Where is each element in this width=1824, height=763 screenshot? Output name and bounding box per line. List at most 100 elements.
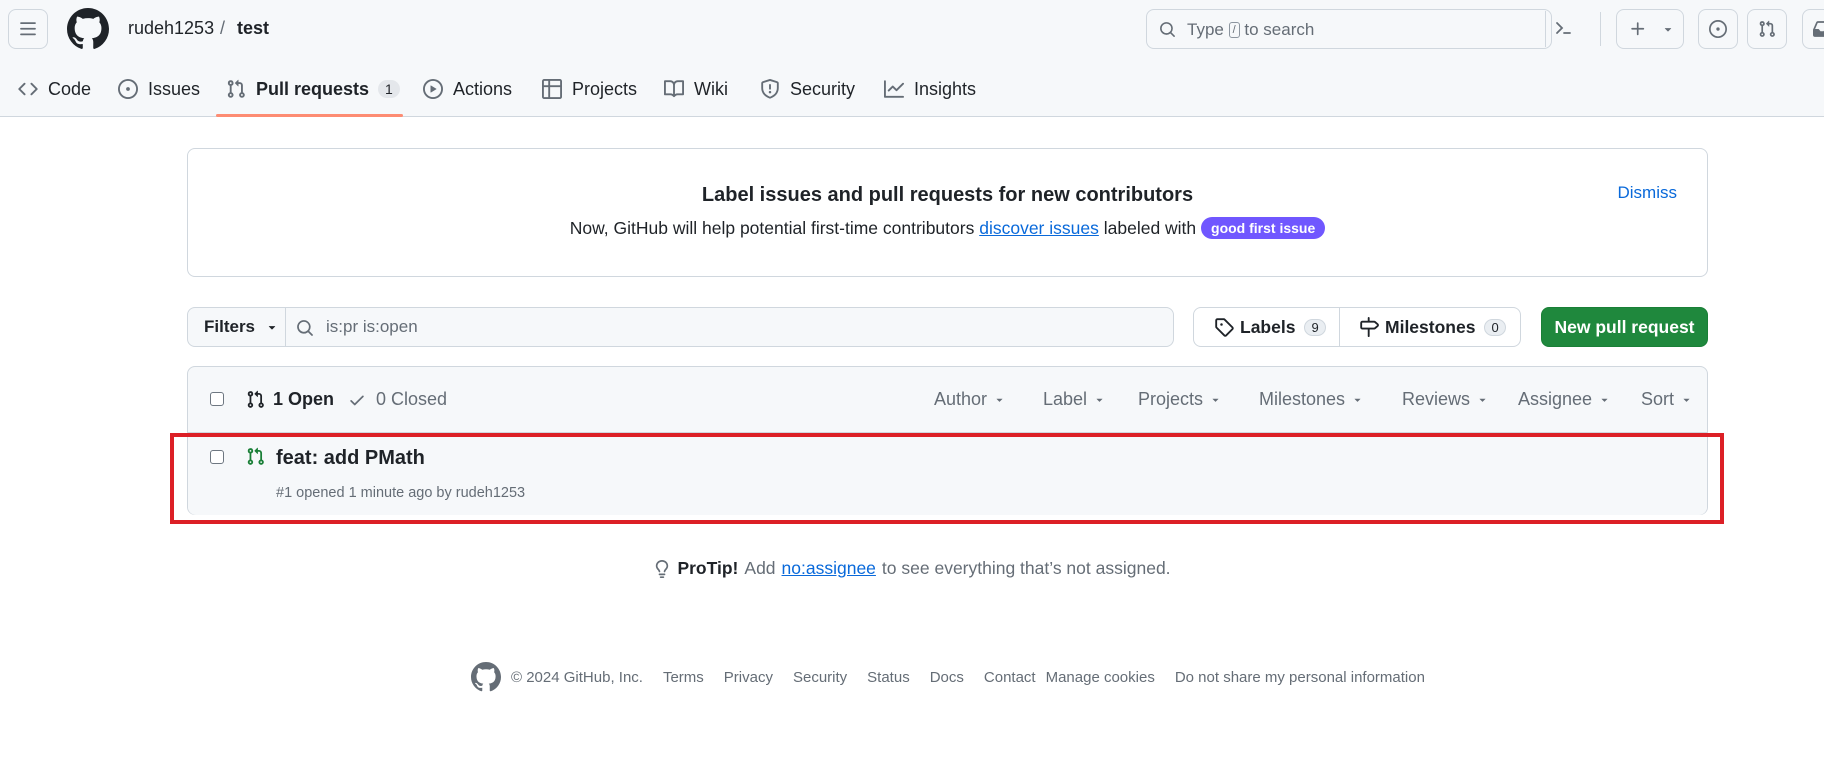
closed-filter-link[interactable]: 0 Closed	[348, 389, 447, 410]
labels-count: 9	[1304, 318, 1326, 336]
footer-link-docs[interactable]: Docs	[930, 669, 964, 686]
tab-projects[interactable]: Projects	[542, 74, 637, 104]
author-filter[interactable]: Author	[934, 389, 1006, 410]
repo-owner-link[interactable]: rudeh1253	[128, 18, 214, 39]
filter-bar: Filters	[187, 307, 1174, 347]
footer-link-contact[interactable]: Contact	[984, 669, 1036, 686]
github-footer-logo[interactable]	[471, 662, 501, 692]
discover-issues-link[interactable]: discover issues	[979, 218, 1099, 238]
labels-button[interactable]: Labels 9	[1214, 308, 1326, 346]
no-assignee-link[interactable]: no:assignee	[782, 558, 876, 579]
issue-icon	[1709, 20, 1727, 38]
shield-icon	[760, 79, 790, 99]
graph-icon	[884, 79, 914, 99]
check-icon	[348, 391, 376, 409]
reviews-filter[interactable]: Reviews	[1402, 389, 1489, 410]
triangle-down-icon	[1470, 393, 1489, 406]
assignee-filter[interactable]: Assignee	[1518, 389, 1611, 410]
search-shortcut-key: /	[1228, 22, 1240, 38]
dismiss-button[interactable]: Dismiss	[1618, 183, 1678, 203]
milestones-count: 0	[1484, 318, 1506, 336]
milestone-icon	[1359, 317, 1385, 337]
issue-opened-icon	[118, 79, 148, 99]
command-palette-icon[interactable]	[1545, 16, 1575, 40]
select-all-checkbox[interactable]	[210, 392, 224, 406]
repo-header: rudeh1253 / test Type / to search Code I…	[0, 0, 1824, 117]
tab-label: Pull requests	[256, 78, 370, 99]
highlight-box	[170, 433, 1724, 524]
milestones-button[interactable]: Milestones 0	[1359, 308, 1506, 346]
milestones-filter[interactable]: Milestones	[1259, 389, 1364, 410]
menu-button[interactable]	[8, 9, 48, 49]
triangle-down-icon	[265, 320, 279, 334]
tab-pull-requests[interactable]: Pull requests 1	[226, 74, 400, 104]
filter-input-wrapper	[286, 308, 1173, 346]
your-issues-button[interactable]	[1698, 9, 1738, 49]
footer-copyright: © 2024 GitHub, Inc.	[511, 668, 643, 686]
banner-text: Now, GitHub will help potential first-ti…	[188, 217, 1707, 239]
protip-label: ProTip!	[677, 558, 739, 578]
search-icon	[1159, 21, 1176, 38]
hamburger-icon	[19, 20, 37, 38]
triangle-down-icon	[1674, 393, 1693, 406]
tab-label: Issues	[148, 78, 201, 99]
code-icon	[18, 79, 48, 99]
sort-filter[interactable]: Sort	[1641, 389, 1693, 410]
banner-title: Label issues and pull requests for new c…	[701, 184, 1194, 206]
footer-link-security[interactable]: Security	[793, 669, 847, 686]
tab-insights[interactable]: Insights	[884, 74, 976, 104]
inbox-icon	[1813, 20, 1824, 38]
tab-label: Insights	[914, 78, 977, 99]
create-new-button[interactable]	[1616, 9, 1684, 49]
divider	[1600, 12, 1601, 46]
tab-wiki[interactable]: Wiki	[664, 74, 728, 104]
pull-request-icon	[1758, 20, 1776, 38]
plus-icon	[1629, 20, 1647, 38]
footer: © 2024 GitHub, Inc. Terms Privacy Securi…	[471, 662, 1445, 692]
repo-name-link[interactable]: test	[237, 18, 269, 39]
search-placeholder: Type / to search	[1187, 20, 1315, 39]
tab-actions[interactable]: Actions	[423, 74, 512, 104]
triangle-down-icon	[1203, 393, 1222, 406]
book-icon	[664, 79, 694, 99]
footer-link-manage-cookies[interactable]: Manage cookies	[1046, 669, 1155, 686]
new-pull-request-button[interactable]: New pull request	[1541, 307, 1708, 347]
label-filter[interactable]: Label	[1043, 389, 1106, 410]
protip: ProTip! Add no:assignee to see everythin…	[0, 558, 1824, 579]
projects-filter[interactable]: Projects	[1138, 389, 1222, 410]
tab-security[interactable]: Security	[760, 74, 855, 104]
triangle-down-icon	[987, 393, 1006, 406]
triangle-down-icon	[1345, 393, 1364, 406]
global-search[interactable]: Type / to search	[1146, 9, 1552, 49]
new-contributors-banner: Label issues and pull requests for new c…	[187, 148, 1708, 277]
footer-link-do-not-share[interactable]: Do not share my personal information	[1175, 669, 1425, 686]
tab-label: Actions	[453, 78, 513, 99]
selected-tab-indicator	[216, 114, 403, 117]
footer-link-terms[interactable]: Terms	[663, 669, 704, 686]
footer-link-status[interactable]: Status	[867, 669, 910, 686]
tab-code[interactable]: Code	[18, 74, 91, 104]
open-filter-link[interactable]: 1 Open	[246, 389, 334, 410]
tab-label: Security	[790, 78, 856, 99]
footer-link-privacy[interactable]: Privacy	[724, 669, 773, 686]
play-icon	[423, 79, 453, 99]
good-first-issue-label[interactable]: good first issue	[1201, 217, 1326, 239]
triangle-down-icon	[1661, 22, 1675, 36]
filters-button[interactable]: Filters	[188, 308, 286, 346]
pull-request-count: 1	[378, 80, 400, 98]
your-pull-requests-button[interactable]	[1747, 9, 1787, 49]
divider	[1339, 308, 1340, 346]
light-bulb-icon	[653, 559, 677, 578]
inbox-button[interactable]	[1802, 9, 1824, 49]
tab-issues[interactable]: Issues	[118, 74, 200, 104]
filter-search-input[interactable]	[326, 308, 1126, 346]
tab-label: Projects	[572, 78, 638, 99]
table-icon	[542, 79, 572, 99]
github-logo[interactable]	[67, 8, 109, 50]
git-pull-request-icon	[246, 390, 273, 409]
triangle-down-icon	[1087, 393, 1106, 406]
path-separator: /	[220, 18, 226, 38]
triangle-down-icon	[1592, 393, 1611, 406]
tag-icon	[1214, 317, 1240, 337]
labels-milestones-group: Labels 9 Milestones 0	[1193, 307, 1521, 347]
